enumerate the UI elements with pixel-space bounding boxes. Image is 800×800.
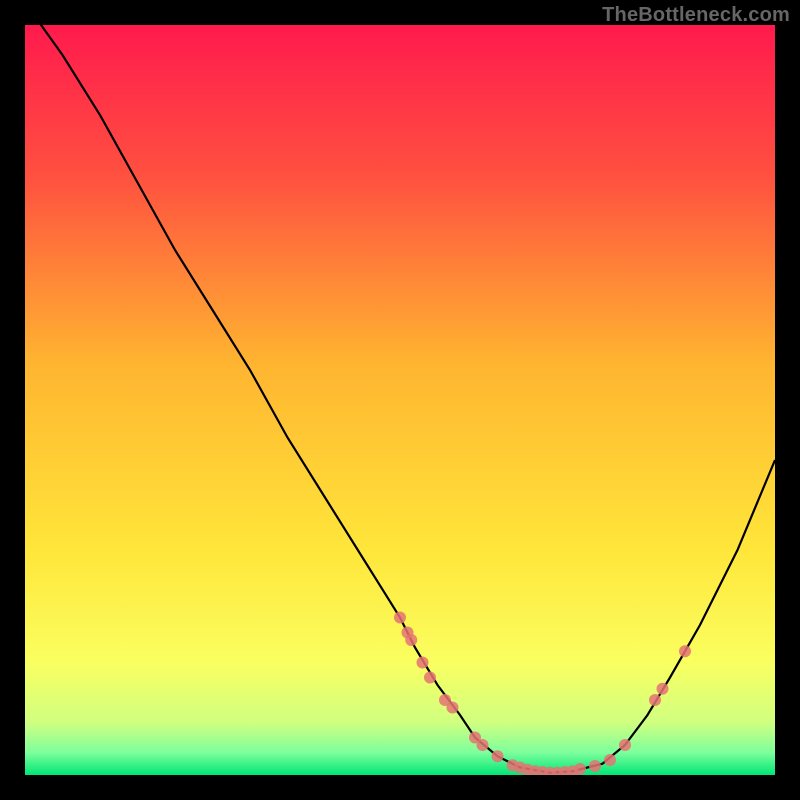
curve-marker	[447, 702, 459, 714]
curve-marker	[604, 754, 616, 766]
curve-marker	[619, 739, 631, 751]
curve-marker	[492, 750, 504, 762]
curve-marker	[679, 645, 691, 657]
curve-marker	[657, 683, 669, 695]
curve-marker	[649, 694, 661, 706]
curve-marker	[477, 739, 489, 751]
curve-marker	[394, 612, 406, 624]
chart-frame: TheBottleneck.com	[0, 0, 800, 800]
curve-marker	[417, 657, 429, 669]
watermark-label: TheBottleneck.com	[602, 4, 790, 27]
plot-area	[25, 25, 775, 775]
curve-marker	[405, 634, 417, 646]
chart-svg	[25, 25, 775, 775]
gradient-background	[25, 25, 775, 775]
curve-marker	[424, 672, 436, 684]
curve-marker	[574, 763, 586, 775]
curve-marker	[589, 760, 601, 772]
